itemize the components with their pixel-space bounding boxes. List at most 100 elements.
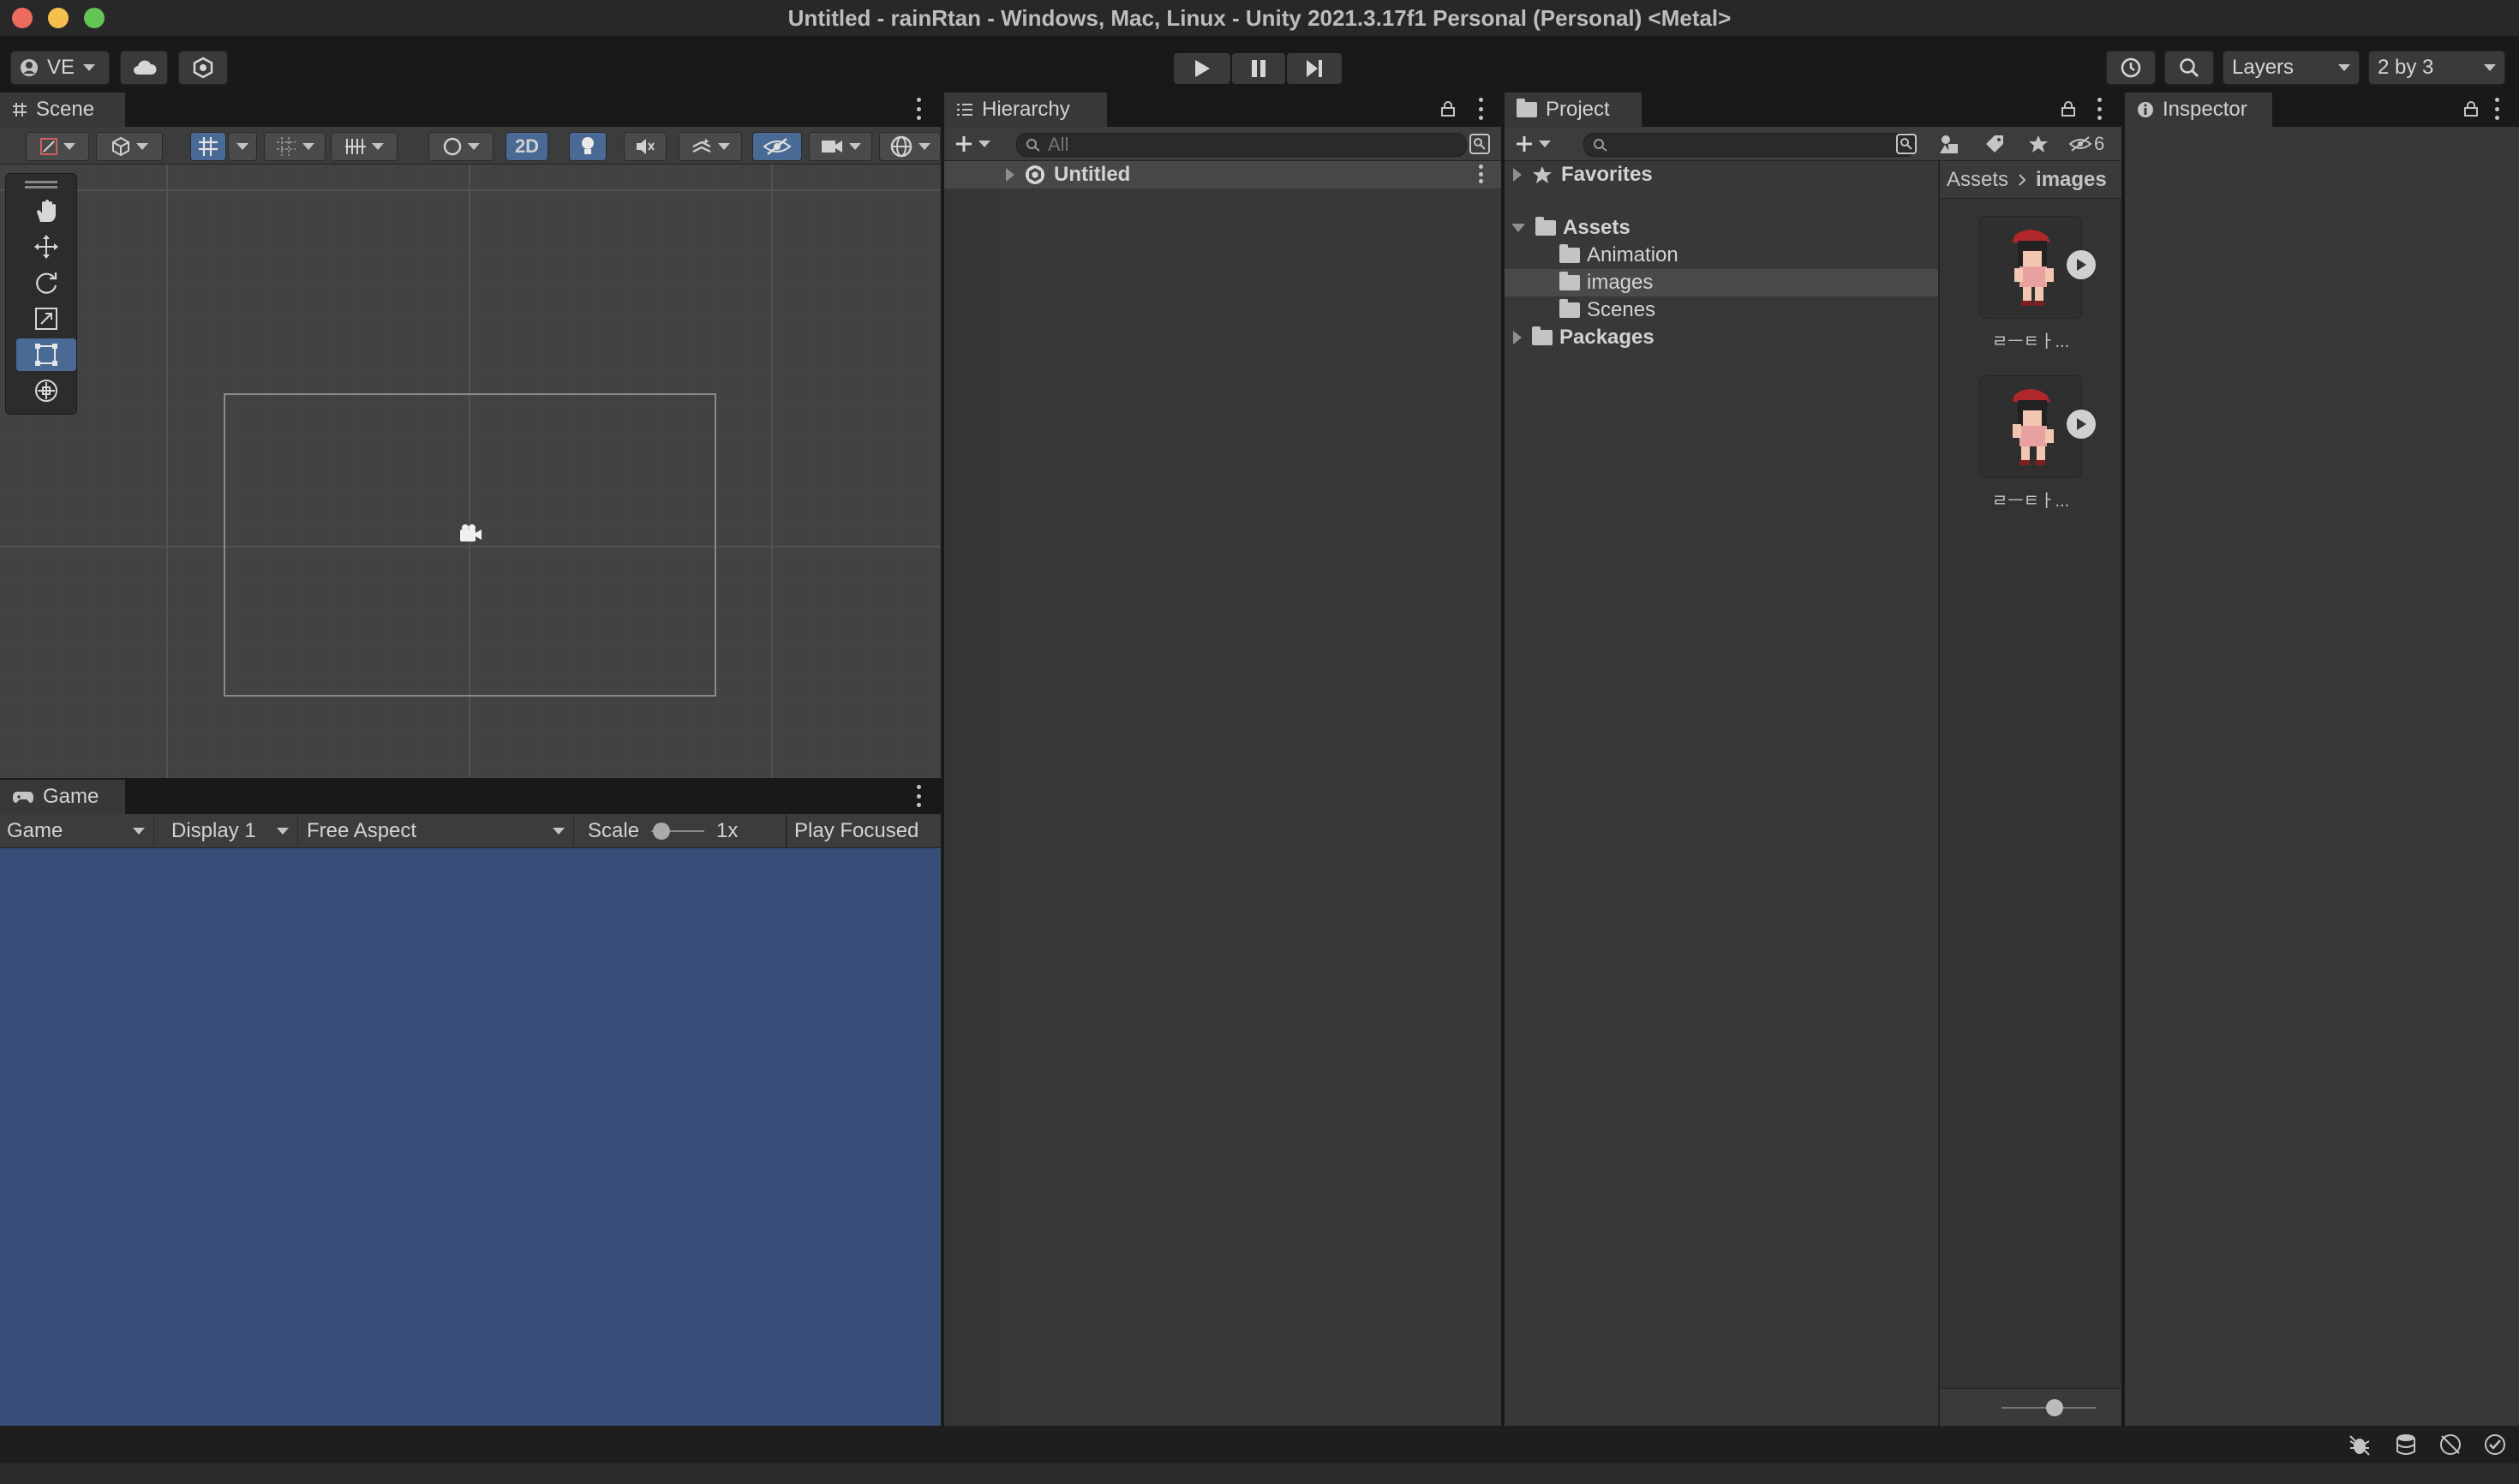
hierarchy-scene-row[interactable]: Untitled [944,161,1501,188]
scene-viewport[interactable] [0,165,941,778]
tree-item-packages[interactable]: Packages [1505,324,1938,351]
project-search-field[interactable] [1583,133,1916,157]
tree-item-favorites[interactable]: Favorites [1505,161,1938,188]
tab-scene[interactable]: Scene [0,93,125,127]
collapse-arrow-icon[interactable] [1511,224,1525,232]
audio-toggle[interactable] [624,132,667,161]
display-select[interactable]: Display 1 [165,814,298,848]
step-icon [1307,60,1322,77]
tab-inspector[interactable]: Inspector [2125,93,2272,127]
step-button[interactable] [1287,53,1342,84]
tree-item-animation[interactable]: Animation [1505,242,1938,269]
gizmos-dropdown[interactable] [879,132,941,161]
account-dropdown[interactable]: VE [10,51,110,85]
expand-arrow-icon[interactable] [1513,168,1522,182]
play-animation-button[interactable] [2067,250,2096,279]
scale-slider-thumb[interactable] [653,823,671,840]
hierarchy-tabbar: Hierarchy [944,93,1501,127]
label-tag-icon[interactable] [1984,134,2005,154]
cloud-button[interactable] [120,51,168,85]
lighting-toggle[interactable] [569,132,607,161]
check-circle-icon[interactable] [2483,1433,2507,1457]
tab-project[interactable]: Project [1505,93,1642,127]
play-focused-dropdown[interactable]: Play Focused [787,814,941,848]
project-create-dropdown[interactable] [1515,132,1559,156]
hidden-packages-toggle[interactable]: 6 [2068,132,2104,156]
pause-button[interactable] [1232,53,1285,84]
breadcrumb-current[interactable]: images [2036,168,2107,192]
cache-server-icon[interactable] [2394,1433,2418,1457]
scene-visibility-toggle[interactable] [752,132,802,161]
lightbulb-icon [582,137,594,154]
search-filter-icon[interactable] [1469,133,1491,155]
hierarchy-panel: Hierarchy Untitled [944,93,1501,1426]
search-filter-icon[interactable] [1895,133,1918,155]
expand-arrow-icon[interactable] [1006,168,1014,182]
lock-icon[interactable] [1441,101,1455,117]
tree-item-images[interactable]: images [1505,269,1938,296]
layers-dropdown[interactable]: Layers [2223,51,2360,85]
mode-2d-toggle[interactable]: 2D [506,132,548,161]
grid-snap-toggle[interactable] [190,132,226,161]
cloud-icon [134,60,157,75]
increment-snap-icon [345,139,366,154]
star-icon [1533,166,1552,183]
tab-hierarchy[interactable]: Hierarchy [944,93,1107,127]
filter-by-type-icon[interactable] [1938,133,1960,155]
folder-label: Animation [1587,243,1678,266]
lock-icon[interactable] [2061,101,2075,117]
shading-dropdown[interactable] [96,132,163,161]
debug-bug-icon[interactable] [2348,1433,2372,1457]
hierarchy-search-input[interactable] [1048,134,1442,156]
undo-history-button[interactable] [2106,51,2156,85]
aspect-select[interactable]: Free Aspect [300,814,574,848]
hand-tool[interactable] [16,194,76,227]
thumbnail-size-bar [1940,1388,2121,1426]
hierarchy-search-field[interactable] [1016,133,1467,157]
game-more-menu[interactable] [915,785,922,807]
hierarchy-gutter [944,161,1001,1426]
hierarchy-create-dropdown[interactable] [954,132,999,156]
tree-item-scenes[interactable]: Scenes [1505,296,1938,324]
move-tool[interactable] [16,230,76,263]
scene-camera-dropdown[interactable] [809,132,872,161]
scale-slider[interactable] [651,822,705,841]
layout-dropdown[interactable]: 2 by 3 [2368,51,2505,85]
effects-dropdown[interactable] [679,132,742,161]
tab-game[interactable]: Game [0,780,125,814]
inspector-more-menu[interactable] [2493,98,2500,120]
project-more-menu[interactable] [2096,98,2103,120]
chevron-down-icon [136,143,148,150]
search-button[interactable] [2164,51,2214,85]
collab-button[interactable] [178,51,228,85]
scene-row-menu[interactable] [1477,165,1484,183]
chevron-down-icon [372,143,384,150]
transform-tool[interactable] [16,374,76,407]
camera-gizmo-icon[interactable] [457,523,484,545]
tree-item-assets[interactable]: Assets [1505,214,1938,242]
play-button[interactable] [1174,53,1230,84]
expand-arrow-icon[interactable] [1513,331,1522,344]
lock-icon[interactable] [2464,101,2478,117]
palette-drag-handle[interactable] [25,181,57,183]
increment-snap-dropdown[interactable] [331,132,398,161]
grid-visibility-dropdown[interactable] [264,132,326,161]
rect-tool[interactable] [16,338,76,371]
transform-icon [35,380,57,402]
grid-snap-dropdown[interactable] [228,132,257,161]
draw-mode-dropdown[interactable] [26,132,89,161]
thumbnail-size-slider[interactable] [2046,1399,2063,1416]
rotate-tool[interactable] [16,266,76,299]
play-animation-button[interactable] [2067,410,2096,439]
hierarchy-more-menu[interactable] [1477,98,1484,120]
scene-more-menu[interactable] [915,98,922,120]
star-icon[interactable] [2027,134,2049,154]
breadcrumb-root[interactable]: Assets [1947,168,2008,192]
auto-generate-lighting-icon[interactable] [2438,1433,2462,1457]
game-view-select[interactable]: Game [0,814,154,848]
game-viewport[interactable] [0,848,941,1426]
scale-tool[interactable] [16,302,76,335]
orientation-dropdown[interactable] [428,132,494,161]
window-titlebar: Untitled - rainRtan - Windows, Mac, Linu… [0,0,2519,36]
grid-visibility-icon [277,137,296,156]
